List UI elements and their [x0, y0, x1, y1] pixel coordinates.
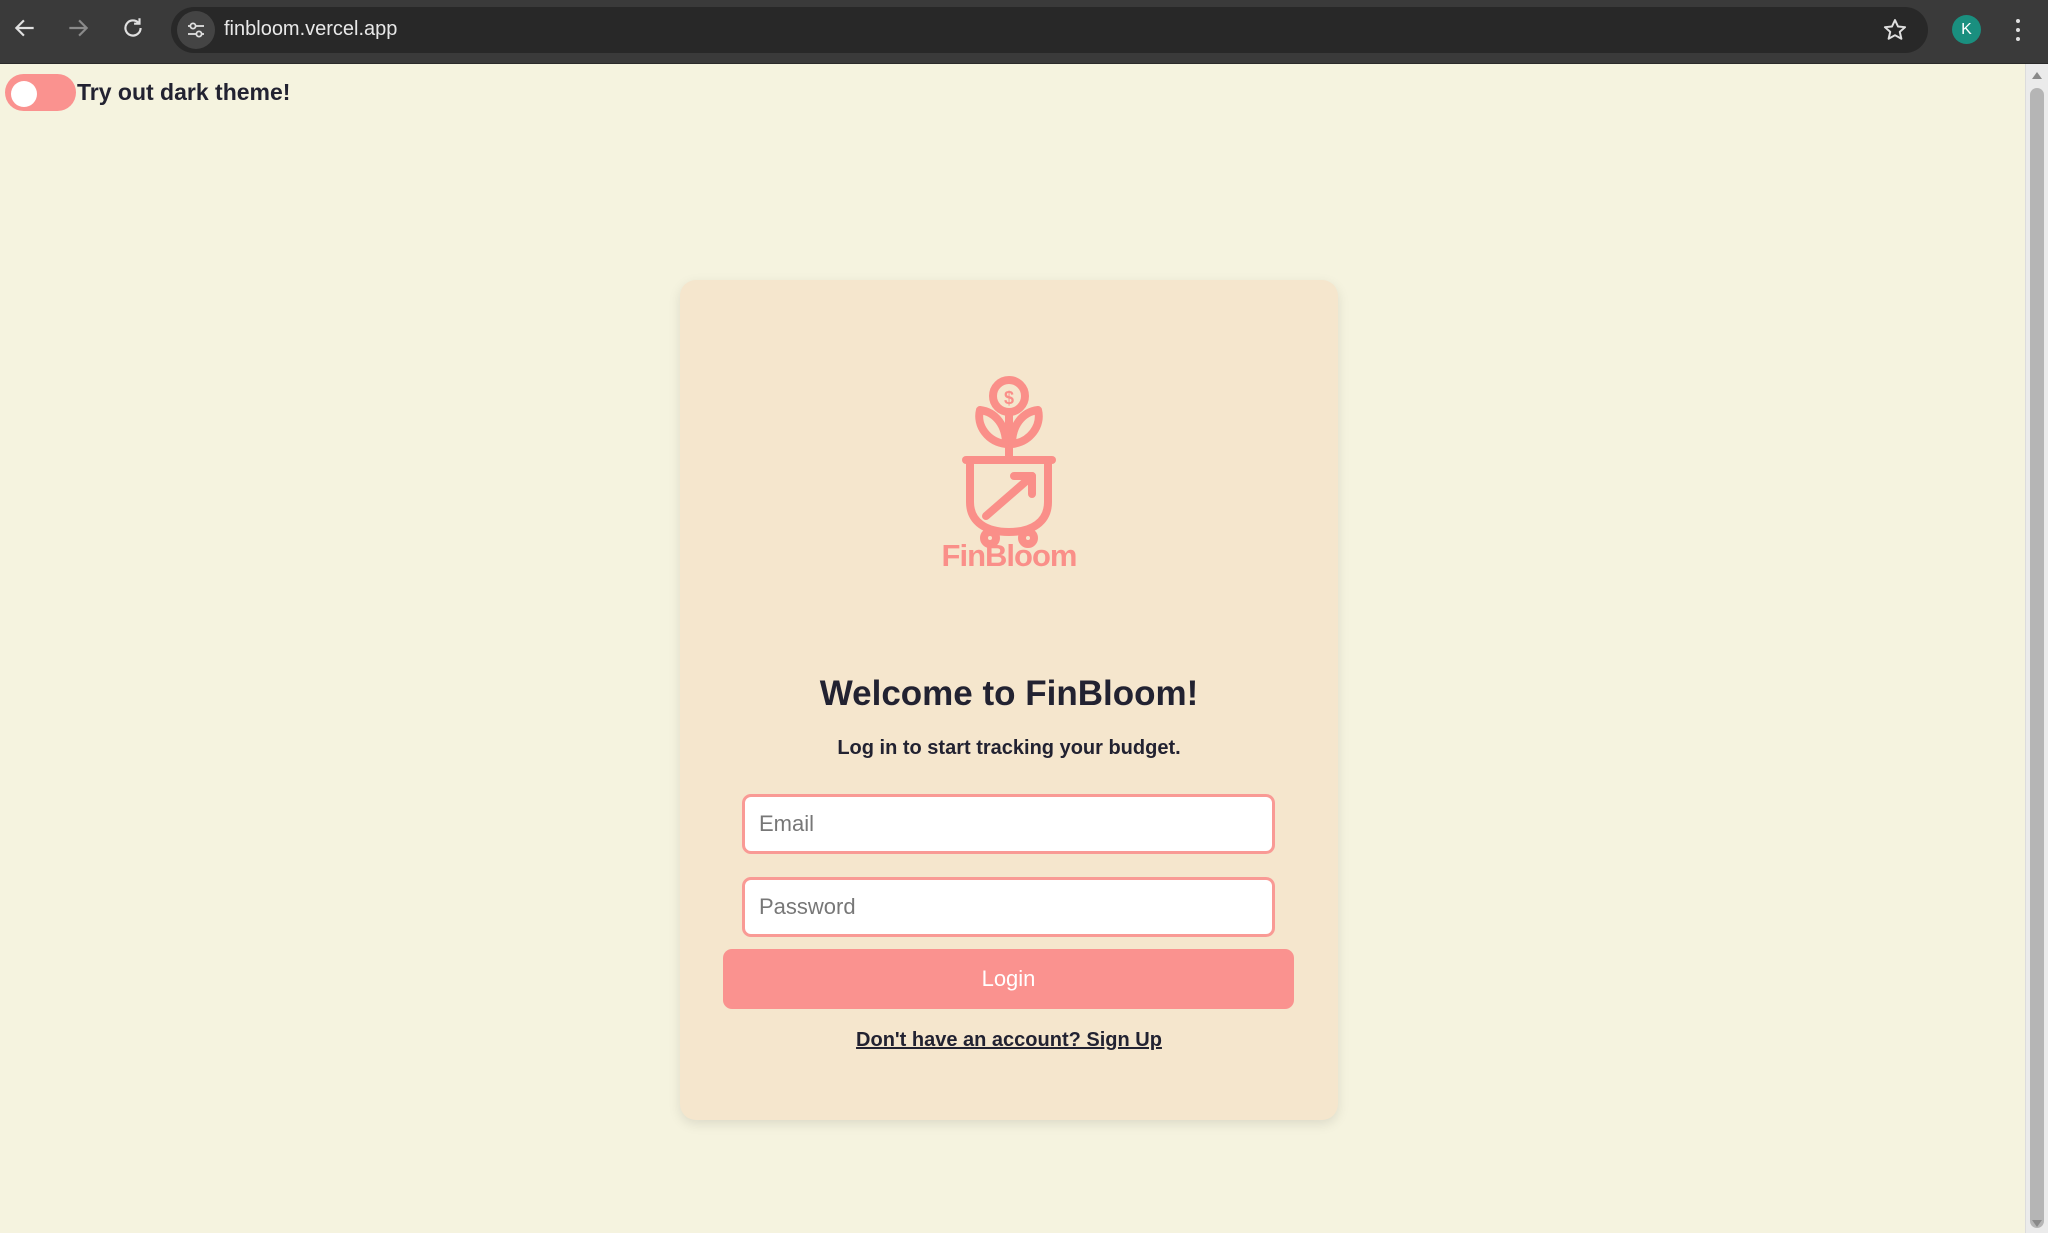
url-text[interactable]: finbloom.vercel.app — [224, 18, 397, 41]
theme-toggle-row: Try out dark theme! — [5, 74, 290, 111]
password-input[interactable] — [742, 877, 1275, 937]
address-bar[interactable]: finbloom.vercel.app — [171, 7, 1928, 53]
signup-link[interactable]: Don't have an account? Sign Up — [680, 1029, 1338, 1052]
page-subtitle: Log in to start tracking your budget. — [837, 737, 1181, 759]
dark-theme-label: Try out dark theme! — [77, 79, 291, 105]
page-title: Welcome to FinBloom! — [819, 674, 1199, 713]
back-arrow-icon — [14, 19, 34, 37]
tune-icon — [188, 22, 204, 38]
svg-text:$: $ — [1004, 388, 1014, 408]
forward-button[interactable] — [64, 14, 92, 42]
email-input[interactable] — [742, 794, 1275, 854]
back-button[interactable] — [11, 14, 39, 42]
scroll-down-arrow-icon[interactable] — [2032, 1220, 2042, 1227]
profile-avatar[interactable]: K — [1952, 15, 1981, 44]
login-button[interactable]: Login — [723, 949, 1294, 1009]
scrollbar-thumb[interactable] — [2030, 88, 2044, 1228]
toggle-knob — [11, 81, 37, 107]
site-info-button[interactable] — [177, 11, 215, 49]
login-card: $ FinBloom Welcome to FinBloom! Log in t… — [680, 280, 1338, 1120]
logo-wordmark: FinBloom — [941, 538, 1078, 573]
dark-theme-toggle[interactable] — [5, 74, 76, 111]
reload-button[interactable] — [119, 14, 147, 42]
star-icon[interactable] — [1882, 17, 1908, 43]
reload-icon — [124, 18, 142, 37]
page-scrollbar[interactable] — [2025, 64, 2048, 1233]
scroll-up-arrow-icon[interactable] — [2032, 72, 2042, 79]
browser-toolbar: finbloom.vercel.app K — [0, 0, 2048, 64]
forward-arrow-icon — [69, 19, 89, 37]
kebab-menu-icon[interactable] — [2008, 16, 2028, 44]
